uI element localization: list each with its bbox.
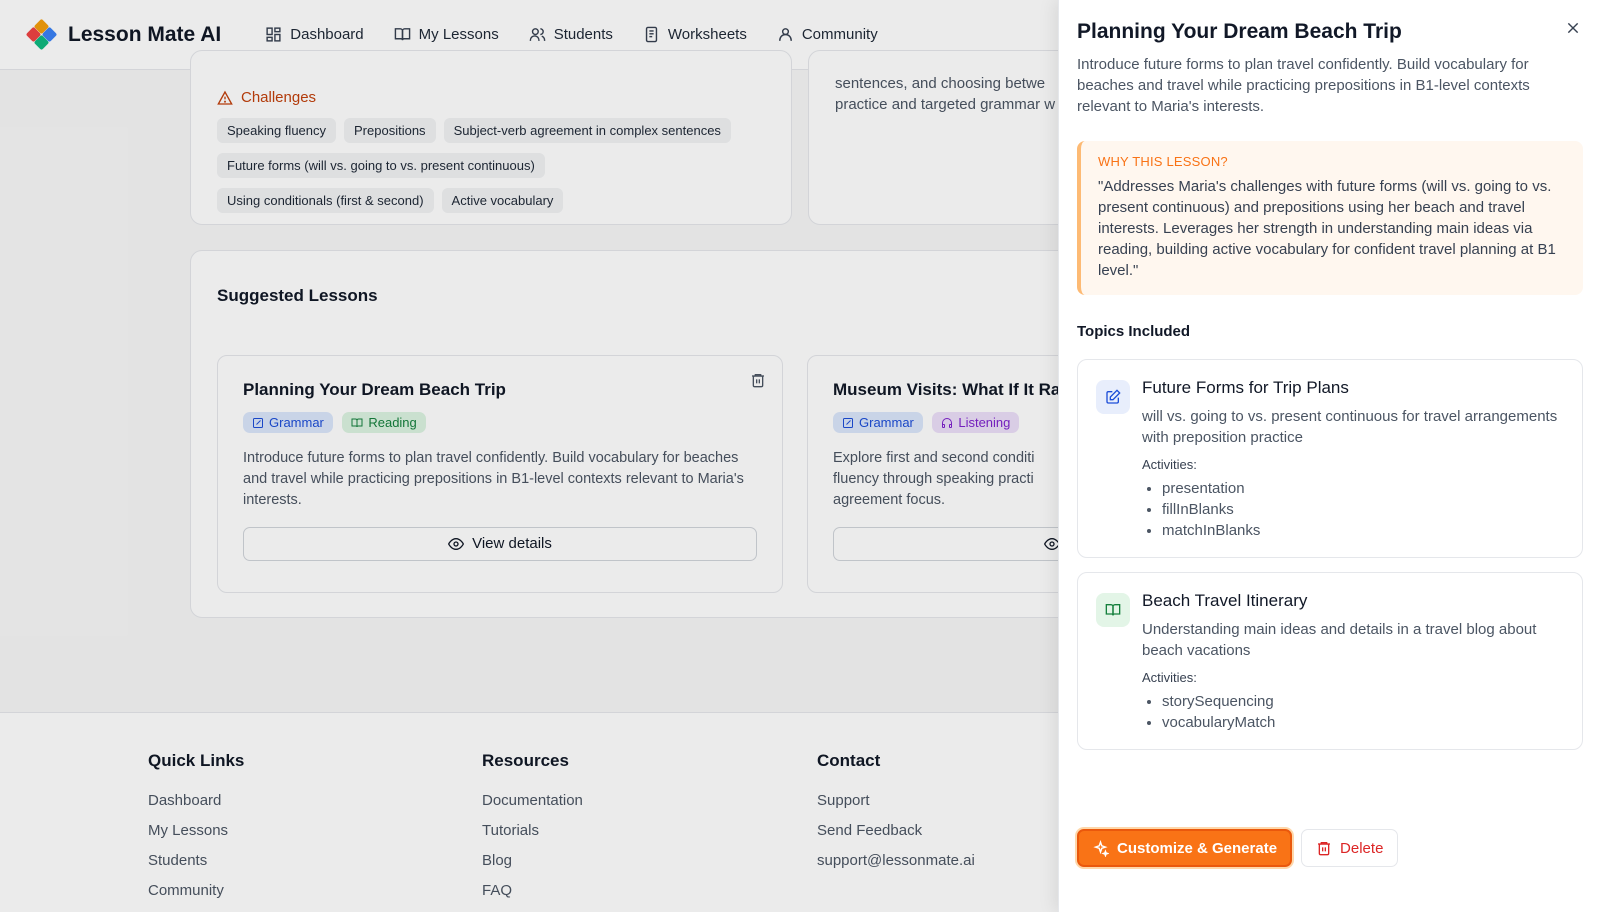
activity-item: vocabularyMatch <box>1162 712 1564 733</box>
activities-list: presentation fillInBlanks matchInBlanks <box>1142 478 1564 541</box>
sparkles-icon <box>1093 839 1109 857</box>
topic-description: Understanding main ideas and details in … <box>1142 621 1537 659</box>
why-label: WHY THIS LESSON? <box>1098 154 1228 169</box>
activities-label: Activities: <box>1142 457 1197 472</box>
panel-description: Introduce future forms to plan travel co… <box>1077 56 1530 115</box>
grammar-edit-icon <box>1096 380 1130 414</box>
delete-button[interactable]: Delete <box>1301 829 1399 867</box>
topic-description: will vs. going to vs. present continuous… <box>1142 408 1558 446</box>
topic-body: Beach Travel Itinerary Understanding mai… <box>1142 591 1564 733</box>
topic-body: Future Forms for Trip Plans will vs. goi… <box>1142 378 1564 541</box>
activity-item: matchInBlanks <box>1162 520 1564 541</box>
topic-card: Future Forms for Trip Plans will vs. goi… <box>1077 359 1583 558</box>
panel-actions: Customize & Generate Delete <box>1077 829 1399 867</box>
close-icon <box>1567 22 1579 34</box>
lesson-details-panel: Planning Your Dream Beach Trip Introduce… <box>1058 0 1600 912</box>
customize-generate-button[interactable]: Customize & Generate <box>1077 829 1293 867</box>
topics-heading: Topics Included <box>1077 323 1191 340</box>
topic-card: Beach Travel Itinerary Understanding mai… <box>1077 572 1583 750</box>
book-open-icon <box>1096 593 1130 627</box>
activities-label: Activities: <box>1142 670 1197 685</box>
customize-generate-label: Customize & Generate <box>1117 839 1278 857</box>
panel-title: Planning Your Dream Beach Trip <box>1077 20 1402 43</box>
activity-item: fillInBlanks <box>1162 499 1564 520</box>
close-button[interactable] <box>1564 19 1582 37</box>
activities-list: storySequencing vocabularyMatch <box>1142 691 1564 733</box>
trash-icon <box>1318 842 1331 856</box>
activity-item: storySequencing <box>1162 691 1564 712</box>
why-text: "Addresses Maria's challenges with futur… <box>1098 178 1556 279</box>
topic-title: Future Forms for Trip Plans <box>1142 378 1349 397</box>
topic-title: Beach Travel Itinerary <box>1142 591 1308 610</box>
delete-label: Delete <box>1340 839 1384 857</box>
why-this-lesson-box: WHY THIS LESSON? "Addresses Maria's chal… <box>1077 141 1583 295</box>
activity-item: presentation <box>1162 478 1564 499</box>
